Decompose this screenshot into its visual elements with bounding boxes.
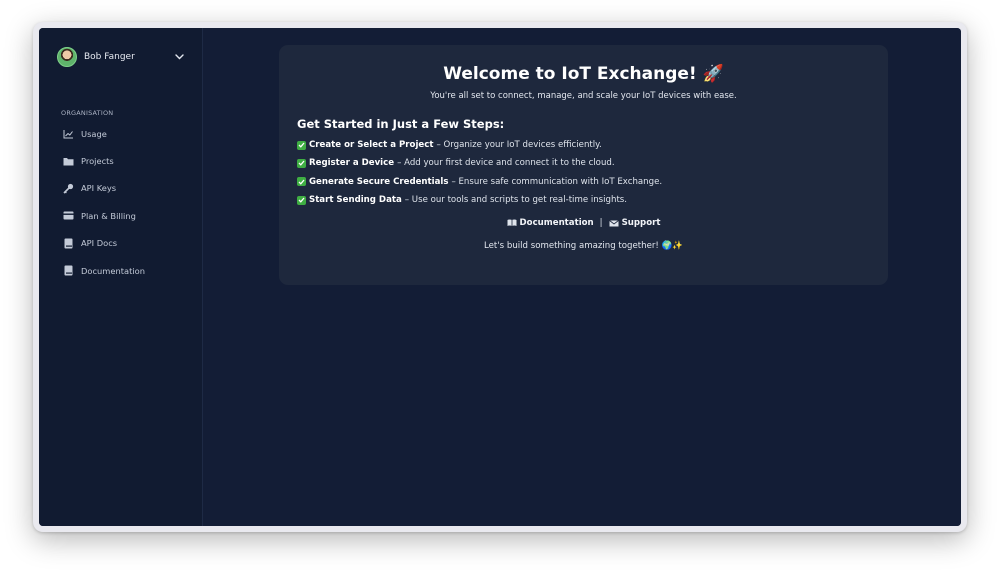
documentation-link[interactable]: Documentation xyxy=(507,218,594,228)
step-title: Start Sending Data xyxy=(309,195,402,206)
step-description: – Organize your IoT devices efficiently. xyxy=(436,140,602,151)
avatar xyxy=(57,47,77,67)
sidebar: Bob Fanger ORGANISATION Usage Projects A… xyxy=(39,28,203,526)
app-window: Bob Fanger ORGANISATION Usage Projects A… xyxy=(33,22,967,532)
sidebar-nav: Usage Projects API Keys Plan & Billing A… xyxy=(57,120,186,284)
closing-message: Let's build something amazing together! … xyxy=(484,241,683,252)
support-link-label: Support xyxy=(621,218,661,229)
sidebar-item-label: Documentation xyxy=(81,265,145,276)
book-icon xyxy=(62,237,74,249)
credit-card-icon xyxy=(62,210,74,222)
welcome-card: Welcome to IoT Exchange! 🚀 You're all se… xyxy=(279,45,888,285)
envelope-icon xyxy=(608,219,619,227)
sidebar-item-label: API Docs xyxy=(81,238,118,249)
check-icon xyxy=(297,158,306,168)
section-label-organisation: ORGANISATION xyxy=(61,109,114,117)
sidebar-item-api-docs[interactable]: API Docs xyxy=(57,230,186,257)
sidebar-item-label: Projects xyxy=(81,156,114,167)
sidebar-item-api-keys[interactable]: API Keys xyxy=(57,175,186,202)
documentation-link-label: Documentation xyxy=(519,218,594,229)
sidebar-item-usage[interactable]: Usage xyxy=(57,120,186,147)
steps-title: Get Started in Just a Few Steps: xyxy=(297,117,505,131)
step-description: – Ensure safe communication with IoT Exc… xyxy=(451,176,663,187)
user-name: Bob Fanger xyxy=(84,52,135,62)
sidebar-item-plan-billing[interactable]: Plan & Billing xyxy=(57,202,186,229)
list-item: Create or Select a Project – Organize yo… xyxy=(297,136,870,154)
sidebar-item-label: Plan & Billing xyxy=(81,210,136,221)
sidebar-item-label: Usage xyxy=(81,128,107,139)
welcome-title: Welcome to IoT Exchange! 🚀 xyxy=(443,64,724,84)
check-icon xyxy=(297,177,306,187)
check-icon xyxy=(297,140,306,150)
step-title: Generate Secure Credentials xyxy=(309,176,449,187)
step-title: Create or Select a Project xyxy=(309,140,434,151)
key-icon xyxy=(62,182,74,194)
step-title: Register a Device xyxy=(309,158,395,169)
welcome-subtitle: You're all set to connect, manage, and s… xyxy=(430,91,737,101)
chart-line-icon xyxy=(62,128,74,140)
user-menu[interactable]: Bob Fanger xyxy=(57,46,186,68)
step-description: – Add your first device and connect it t… xyxy=(397,158,615,169)
folder-icon xyxy=(62,155,74,167)
sidebar-item-documentation[interactable]: Documentation xyxy=(57,257,186,284)
steps-list: Create or Select a Project – Organize yo… xyxy=(297,136,870,209)
book-icon xyxy=(62,265,74,277)
step-description: – Use our tools and scripts to get real-… xyxy=(404,195,628,206)
main-content: Welcome to IoT Exchange! 🚀 You're all se… xyxy=(203,28,961,526)
app-shell: Bob Fanger ORGANISATION Usage Projects A… xyxy=(39,28,961,526)
help-links: Documentation | Support xyxy=(297,218,870,228)
support-link[interactable]: Support xyxy=(608,218,661,229)
chevron-down-icon[interactable] xyxy=(172,50,186,64)
list-item: Start Sending Data – Use our tools and s… xyxy=(297,191,870,209)
sidebar-item-label: API Keys xyxy=(81,183,117,194)
sidebar-item-projects[interactable]: Projects xyxy=(57,147,186,174)
link-separator: | xyxy=(599,218,603,229)
list-item: Generate Secure Credentials – Ensure saf… xyxy=(297,173,870,191)
open-book-icon xyxy=(507,219,517,227)
list-item: Register a Device – Add your first devic… xyxy=(297,154,870,172)
check-icon xyxy=(297,195,306,205)
